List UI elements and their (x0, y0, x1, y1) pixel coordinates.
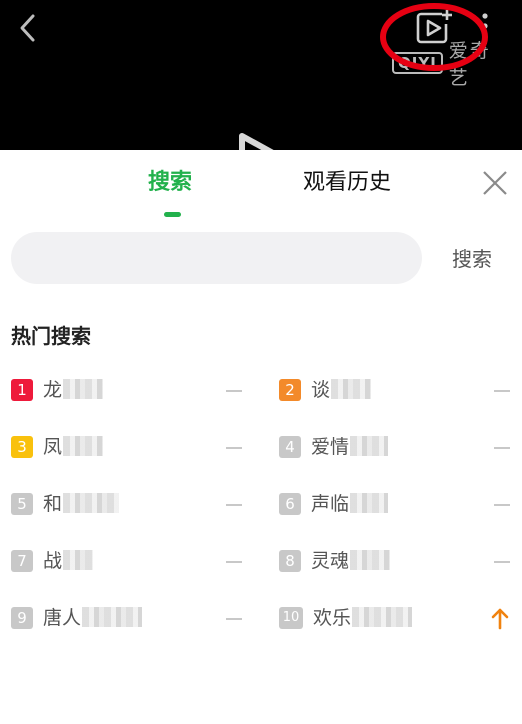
rank-badge: 7 (11, 550, 33, 572)
rank-badge: 6 (279, 493, 301, 515)
hot-search-text: 谈 (311, 377, 372, 403)
hot-search-title: 热门搜索 (11, 324, 91, 348)
rank-badge: 4 (279, 436, 301, 458)
hot-search-item[interactable]: 7 战 (11, 543, 251, 579)
trend-flat-icon (226, 390, 242, 392)
hot-search-text: 声临 (311, 491, 389, 517)
close-icon (483, 171, 507, 195)
blurred-text (352, 607, 413, 627)
trend-flat-icon (226, 504, 242, 506)
hot-search-text: 欢乐 (313, 605, 413, 631)
logo-text: 爱奇艺 (448, 40, 491, 89)
hot-search-text: 灵魂 (311, 548, 391, 574)
rank-badge: 3 (11, 436, 33, 458)
hot-search-text: 凤 (43, 434, 104, 460)
hot-search-item[interactable]: 4 爱情 (279, 429, 519, 465)
search-input[interactable] (11, 232, 422, 284)
blurred-text (63, 436, 104, 456)
play-icon (239, 133, 274, 150)
blurred-text (350, 550, 391, 570)
trend-flat-icon (494, 504, 510, 506)
rank-badge: 1 (11, 379, 33, 401)
tab-search[interactable]: 搜索 (148, 166, 192, 200)
chevron-left-icon (20, 14, 35, 42)
rank-badge: 10 (279, 607, 303, 629)
iqiyi-logo: QIYI 爱奇艺 (392, 40, 502, 89)
hot-search-item[interactable]: 8 灵魂 (279, 543, 519, 579)
hot-search-item[interactable]: 9 唐人 (11, 600, 251, 636)
rank-badge: 2 (279, 379, 301, 401)
hot-search-item[interactable]: 10 欢乐 (279, 600, 519, 636)
trend-flat-icon (494, 447, 510, 449)
blurred-text (82, 607, 143, 627)
trend-flat-icon (226, 561, 242, 563)
logo-mark: QIYI (392, 52, 443, 74)
blurred-text (63, 550, 94, 570)
video-player-area[interactable]: QIYI 爱奇艺 (0, 0, 522, 150)
hot-search-text: 唐人 (43, 605, 143, 631)
hot-search-item[interactable]: 5 和 (11, 486, 251, 522)
hot-search-item[interactable]: 6 声临 (279, 486, 519, 522)
blurred-text (331, 379, 372, 399)
hot-search-text: 和 (43, 491, 120, 517)
blurred-text (63, 379, 104, 399)
search-button[interactable]: 搜索 (452, 244, 492, 274)
hot-search-item[interactable]: 3 凤 (11, 429, 251, 465)
rank-badge: 9 (11, 607, 33, 629)
rank-badge: 8 (279, 550, 301, 572)
hot-search-text: 战 (43, 548, 94, 574)
trend-up-icon (491, 608, 509, 630)
rank-badge: 5 (11, 493, 33, 515)
blurred-text (350, 493, 389, 513)
back-button[interactable] (10, 8, 46, 48)
hot-search-text: 龙 (43, 377, 104, 403)
tab-watch-history[interactable]: 观看历史 (303, 166, 391, 200)
blurred-text (63, 493, 120, 513)
search-panel: 搜索 观看历史 搜索 热门搜索 1 龙 2 谈 3 凤 4 爱情 5 和 6 声… (0, 150, 522, 724)
trend-flat-icon (494, 561, 510, 563)
trend-flat-icon (226, 618, 242, 620)
trend-flat-icon (226, 447, 242, 449)
active-tab-indicator (164, 212, 181, 217)
hot-search-item[interactable]: 1 龙 (11, 372, 251, 408)
trend-flat-icon (494, 390, 510, 392)
blurred-text (350, 436, 389, 456)
hot-search-item[interactable]: 2 谈 (279, 372, 519, 408)
close-button[interactable] (480, 168, 510, 198)
hot-search-text: 爱情 (311, 434, 389, 460)
